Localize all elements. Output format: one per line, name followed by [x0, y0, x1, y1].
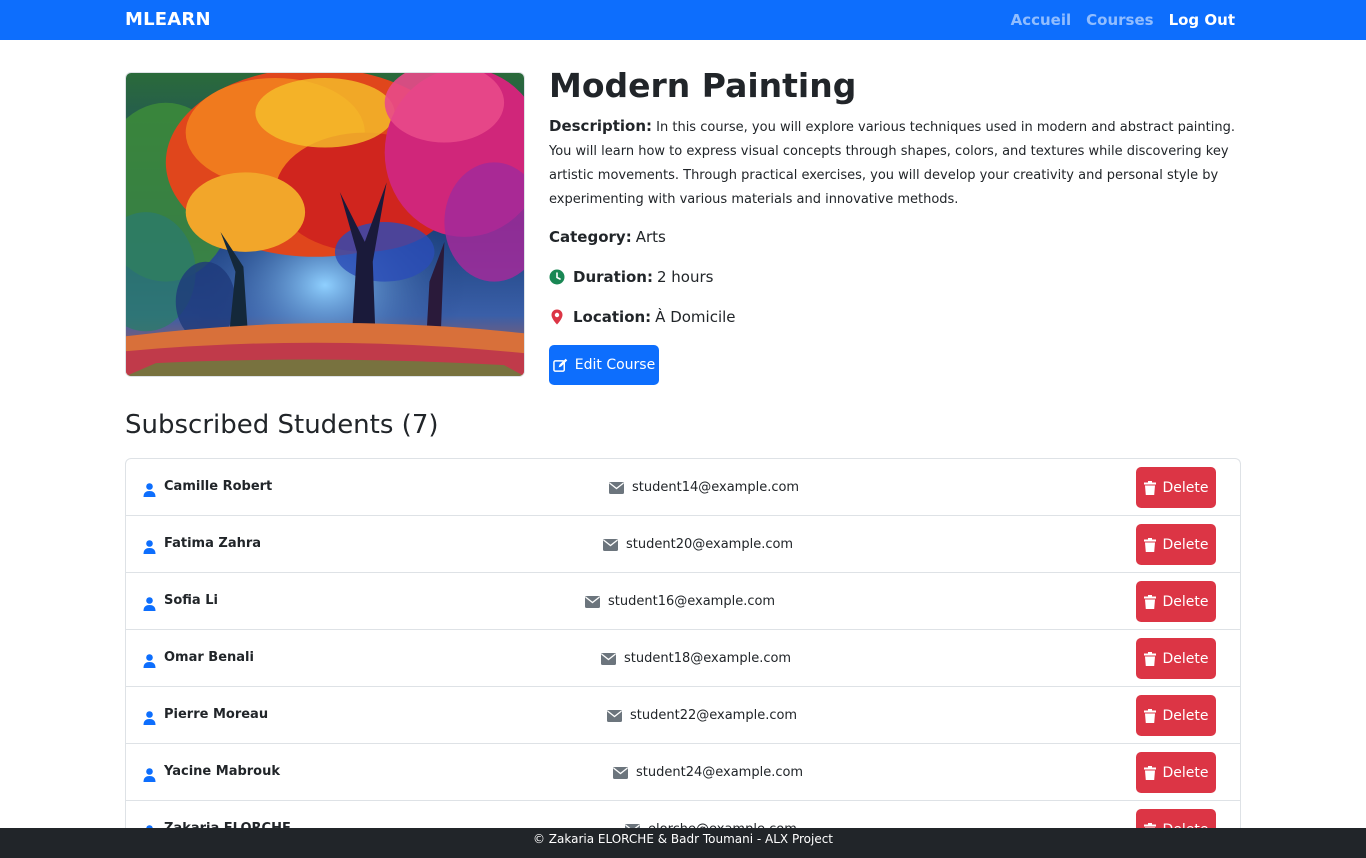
description-text: In this course, you will explore various…	[549, 120, 1235, 207]
trash-icon	[1143, 537, 1156, 552]
student-email-cell: student20@example.com	[603, 537, 793, 552]
student-row: Omar Benali student18@example.com Delete	[126, 630, 1240, 687]
delete-student-button[interactable]: Delete	[1136, 695, 1216, 736]
delete-label: Delete	[1162, 593, 1209, 610]
course-description: Description: In this course, you will ex…	[549, 114, 1244, 212]
envelope-icon	[603, 538, 618, 551]
trash-icon	[1143, 480, 1156, 495]
footer-text: © Zakaria ELORCHE & Badr Toumani - ALX P…	[532, 832, 834, 846]
duration-value: 2 hours	[656, 268, 714, 286]
delete-student-button[interactable]: Delete	[1136, 752, 1216, 793]
clock-icon	[549, 269, 565, 285]
student-email-cell: student24@example.com	[613, 765, 803, 780]
trash-icon	[1143, 594, 1156, 609]
student-email-cell: student18@example.com	[601, 651, 791, 666]
trash-icon	[1143, 708, 1156, 723]
delete-student-button[interactable]: Delete	[1136, 467, 1216, 508]
student-name: Camille Robert	[164, 479, 273, 494]
student-name: Pierre Moreau	[164, 707, 269, 722]
envelope-icon	[613, 766, 628, 779]
delete-label: Delete	[1162, 536, 1209, 553]
delete-label: Delete	[1162, 764, 1209, 781]
category-row: Category: Arts	[549, 228, 666, 246]
student-email: student14@example.com	[632, 480, 800, 495]
envelope-icon	[609, 481, 624, 494]
category-value: Arts	[635, 228, 666, 246]
navbar: MLEARN Accueil Courses Log Out	[0, 0, 1366, 40]
student-row: Pierre Moreau student22@example.com Dele…	[126, 687, 1240, 744]
nav-link-courses[interactable]: Courses	[1086, 11, 1153, 29]
nav-links: Accueil Courses Log Out	[1011, 11, 1235, 29]
edit-course-label: Edit Course	[574, 357, 656, 373]
description-label: Description:	[549, 117, 653, 135]
user-icon	[143, 596, 156, 611]
student-row: Yacine Mabrouk student24@example.com Del…	[126, 744, 1240, 801]
nav-link-logout[interactable]: Log Out	[1169, 11, 1235, 29]
user-icon	[143, 710, 156, 725]
student-row: Sofia Li student16@example.com Delete	[126, 573, 1240, 630]
delete-label: Delete	[1162, 650, 1209, 667]
delete-student-button[interactable]: Delete	[1136, 581, 1216, 622]
student-email-cell: student14@example.com	[609, 480, 799, 495]
student-email: student22@example.com	[630, 708, 798, 723]
student-row: Camille Robert student14@example.com Del…	[126, 459, 1240, 516]
envelope-icon	[585, 595, 600, 608]
students-heading: Subscribed Students (7)	[125, 410, 439, 440]
footer: © Zakaria ELORCHE & Badr Toumani - ALX P…	[0, 828, 1366, 858]
student-name: Sofia Li	[164, 593, 218, 608]
student-email: student20@example.com	[626, 537, 794, 552]
students-list: Camille Robert student14@example.com Del…	[125, 458, 1241, 858]
category-label: Category:	[549, 228, 632, 246]
location-label: Location:	[573, 308, 652, 326]
edit-icon	[552, 358, 568, 372]
user-icon	[143, 539, 156, 554]
location-row: Location: À Domicile	[549, 308, 736, 326]
delete-label: Delete	[1162, 479, 1209, 496]
envelope-icon	[607, 709, 622, 722]
user-icon	[143, 767, 156, 782]
trash-icon	[1143, 651, 1156, 666]
delete-student-button[interactable]: Delete	[1136, 638, 1216, 679]
student-email-cell: student16@example.com	[585, 594, 775, 609]
student-email: student24@example.com	[636, 765, 804, 780]
delete-label: Delete	[1162, 707, 1209, 724]
student-name: Yacine Mabrouk	[164, 764, 281, 779]
nav-link-accueil[interactable]: Accueil	[1011, 11, 1072, 29]
brand-logo[interactable]: MLEARN	[125, 9, 211, 30]
delete-student-button[interactable]: Delete	[1136, 524, 1216, 565]
location-value: À Domicile	[655, 308, 736, 326]
student-name: Fatima Zahra	[164, 536, 262, 551]
student-email-cell: student22@example.com	[607, 708, 797, 723]
student-email: student16@example.com	[608, 594, 776, 609]
duration-label: Duration:	[573, 268, 653, 286]
trash-icon	[1143, 765, 1156, 780]
edit-course-button[interactable]: Edit Course	[549, 345, 659, 385]
user-icon	[143, 482, 156, 497]
course-title: Modern Painting	[549, 66, 857, 105]
map-pin-icon	[549, 309, 565, 325]
student-row: Fatima Zahra student20@example.com Delet…	[126, 516, 1240, 573]
student-email: student18@example.com	[624, 651, 792, 666]
student-name: Omar Benali	[164, 650, 254, 665]
course-image	[125, 72, 525, 377]
duration-row: Duration: 2 hours	[549, 268, 713, 286]
envelope-icon	[601, 652, 616, 665]
user-icon	[143, 653, 156, 668]
